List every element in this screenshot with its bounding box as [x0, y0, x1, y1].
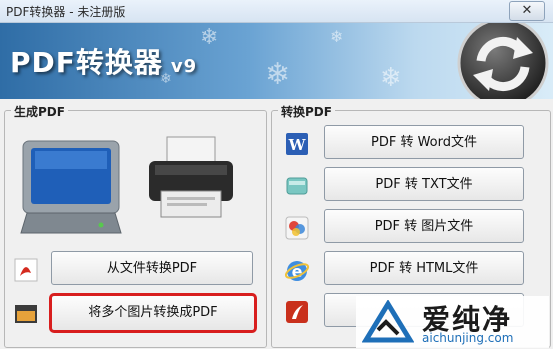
watermark: 爱纯净 aichunjing.com [356, 296, 549, 348]
txt-icon [286, 177, 308, 195]
snowflake-icon: ❄ [265, 57, 291, 92]
title-bar: PDF转换器 - 未注册版 ✕ [0, 0, 553, 23]
window-title: PDF转换器 - 未注册版 [6, 5, 126, 19]
images-to-pdf-button[interactable]: 将多个图片转换成PDF [49, 293, 257, 333]
image-folder-icon [15, 305, 37, 323]
watermark-url: aichunjing.com [422, 331, 514, 345]
app-version: v9 [170, 56, 198, 77]
create-pdf-group: 生成PDF 从文件转换PDF 将多个图片转换成PDF [4, 103, 267, 348]
convert-pdf-group-label: 转换PDF [278, 103, 335, 120]
flash-icon [286, 301, 308, 323]
pdf-to-word-button[interactable]: PDF 转 Word文件 [324, 125, 524, 159]
file-to-pdf-button[interactable]: 从文件转换PDF [51, 251, 253, 285]
snowflake-icon: ❄ [380, 63, 402, 93]
app-window: PDF转换器 - 未注册版 ✕ ❄ ❄ ❄ ❄ ❄ PDF转换器 v9 生成PDF [0, 0, 553, 349]
pdf-to-image-button[interactable]: PDF 转 图片文件 [324, 209, 524, 243]
create-pdf-group-label: 生成PDF [11, 103, 68, 120]
ie-icon: e [284, 261, 310, 281]
monitor-icon [20, 140, 122, 234]
snowflake-icon: ❄ [330, 27, 344, 46]
image-icon [285, 216, 309, 240]
pdf-file-icon [14, 258, 38, 282]
watermark-logo-icon [362, 300, 414, 343]
svg-text:W: W [288, 136, 307, 154]
pdf-to-html-button[interactable]: PDF 转 HTML文件 [324, 251, 524, 285]
printer-icon [149, 136, 233, 218]
pdf-to-txt-button[interactable]: PDF 转 TXT文件 [324, 167, 524, 201]
app-name: PDF转换器 [10, 46, 163, 79]
snowflake-icon: ❄ [200, 25, 219, 50]
word-icon: W [286, 133, 308, 155]
close-button[interactable]: ✕ [509, 1, 545, 21]
banner: ❄ ❄ ❄ ❄ ❄ PDF转换器 v9 [0, 23, 553, 99]
convert-logo-icon [457, 23, 549, 99]
app-title: PDF转换器 v9 [10, 41, 197, 81]
